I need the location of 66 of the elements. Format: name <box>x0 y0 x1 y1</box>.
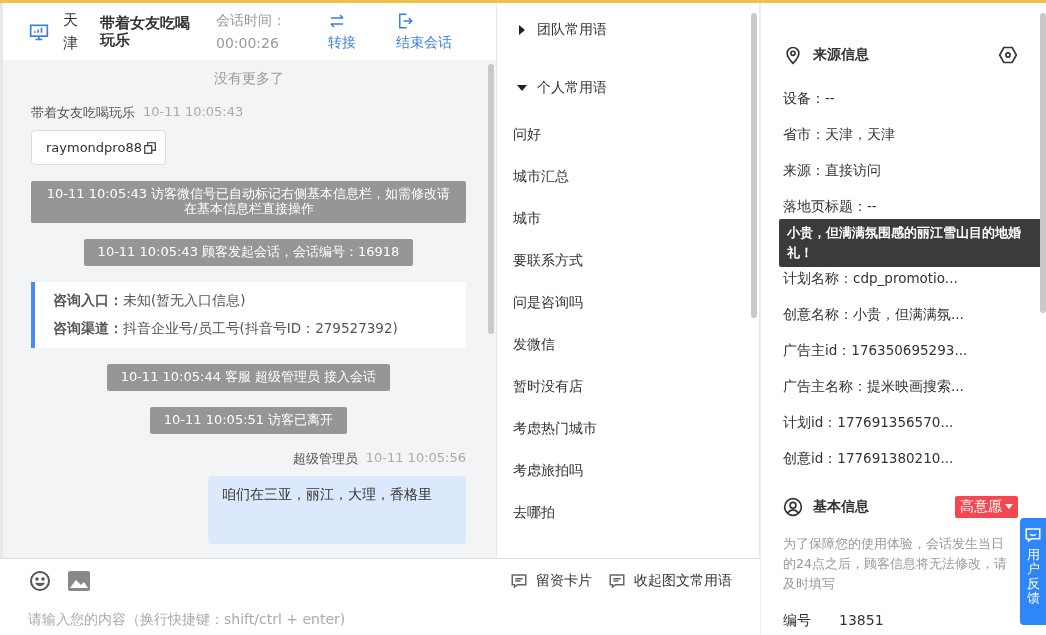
toolbar-button[interactable]: 收起图文常用语 <box>608 572 732 590</box>
phrase-item[interactable]: 问好 <box>513 125 541 143</box>
toolbar-button[interactable]: 留资卡片 <box>510 572 592 590</box>
info-row-text: 计划名称：cdp_promotio... <box>783 270 959 288</box>
message-time: 10-11 10:05:43 <box>143 104 244 121</box>
caret-right-icon <box>517 25 527 35</box>
caret-down-icon <box>517 83 527 93</box>
info-row-text: 落地页标题：-- <box>783 198 878 216</box>
system-notice: 10-11 10:05:51 访客已离开 <box>149 406 348 434</box>
city-label: 天津 <box>63 10 78 54</box>
swap-icon <box>328 11 346 30</box>
copy-icon <box>142 140 157 155</box>
phrase-item[interactable]: 发微信 <box>513 335 555 353</box>
scrollbar[interactable] <box>751 13 757 318</box>
image-icon[interactable] <box>68 571 90 591</box>
info-row-text: 计划id：177691356570... <box>783 414 955 432</box>
settings-icon <box>998 45 1018 65</box>
phrase-group[interactable]: 个人常用语 <box>517 75 607 101</box>
info-row-text: 创意id：177691380210... <box>783 450 955 468</box>
info-row-text: 创意名称：小贵，但满满氛... <box>783 306 965 324</box>
phrase-item[interactable]: 要联系方式 <box>513 251 583 269</box>
location-pin-icon <box>783 45 803 65</box>
no-more-text: 没有更多了 <box>212 70 285 88</box>
scrollbar[interactable] <box>1040 13 1046 313</box>
info-row-text: 来源：直接访问 <box>783 162 882 180</box>
customer-name: 带着女友吃喝玩乐 <box>100 14 191 49</box>
caret-down-icon <box>1005 504 1013 510</box>
message-icon <box>608 572 626 590</box>
phrase-item[interactable]: 考虑旅拍吗 <box>513 461 583 479</box>
intent-tag[interactable]: 高意愿 <box>955 496 1018 518</box>
sender-name: 带着女友吃喝玩乐 <box>31 104 135 122</box>
chat-icon <box>1024 526 1042 544</box>
feedback-button[interactable]: 用户反馈 <box>1020 518 1046 625</box>
logout-icon <box>396 11 414 30</box>
phrase-item[interactable]: 问是咨询吗 <box>513 293 583 311</box>
smiley-icon <box>28 569 52 593</box>
field-label: 编号 <box>783 612 811 630</box>
section-title: 来源信息 <box>813 46 870 64</box>
system-notice: 10-11 10:05:43 访客微信号已自动标记右侧基本信息栏，如需修改请在基本信息栏直接操作 <box>31 181 466 223</box>
message-text: raymondpro88 <box>46 140 142 155</box>
phrase-item[interactable]: 城市汇总 <box>513 167 569 185</box>
end-session-button[interactable]: 结束会话 <box>396 11 452 52</box>
system-notice: 10-11 10:05:44 客服 超级管理员 接入会话 <box>106 363 391 391</box>
info-row-text: 设备：-- <box>783 90 836 108</box>
scrollbar[interactable] <box>488 64 494 334</box>
info-row-text: 咨询入口：未知(暂无入口信息) <box>53 291 247 310</box>
phrase-item[interactable]: 考虑热门城市 <box>513 419 597 437</box>
session-time: 会话时间： 00:00:26 <box>216 11 287 53</box>
phrase-group[interactable]: 团队常用语 <box>517 17 607 43</box>
section-title: 基本信息 <box>813 498 870 516</box>
user-circle-icon <box>783 497 803 517</box>
info-row-text: 咨询渠道：抖音企业号/员工号(抖音号ID：279527392) <box>53 319 399 338</box>
sender-name: 超级管理员 <box>292 449 358 468</box>
phrase-item[interactable]: 暂时没有店 <box>513 377 583 395</box>
message-time: 10-11 10:05:56 <box>365 449 466 467</box>
info-row-text: 广告主id：176350695293... <box>783 342 969 360</box>
info-row-text: 广告主名称：提米映画搜索... <box>783 378 965 396</box>
info-row-text: 省市：天津，天津 <box>783 126 896 144</box>
phrase-item[interactable]: 城市 <box>513 209 541 227</box>
system-notice: 10-11 10:05:43 顾客发起会话，会话编号：16918 <box>83 238 414 266</box>
notice-text: 为了保障您的使用体验，会话发生当日的24点之后，顾客信息将无法修改，请及时填写 <box>783 535 1008 593</box>
transfer-button[interactable]: 转接 <box>328 11 356 52</box>
field-value: 13851 <box>839 612 884 630</box>
message-icon <box>510 572 528 590</box>
message-bubble: 咱们在三亚，丽江，大理，香格里 <box>208 475 466 544</box>
phrase-item[interactable]: 去哪拍 <box>513 503 555 521</box>
